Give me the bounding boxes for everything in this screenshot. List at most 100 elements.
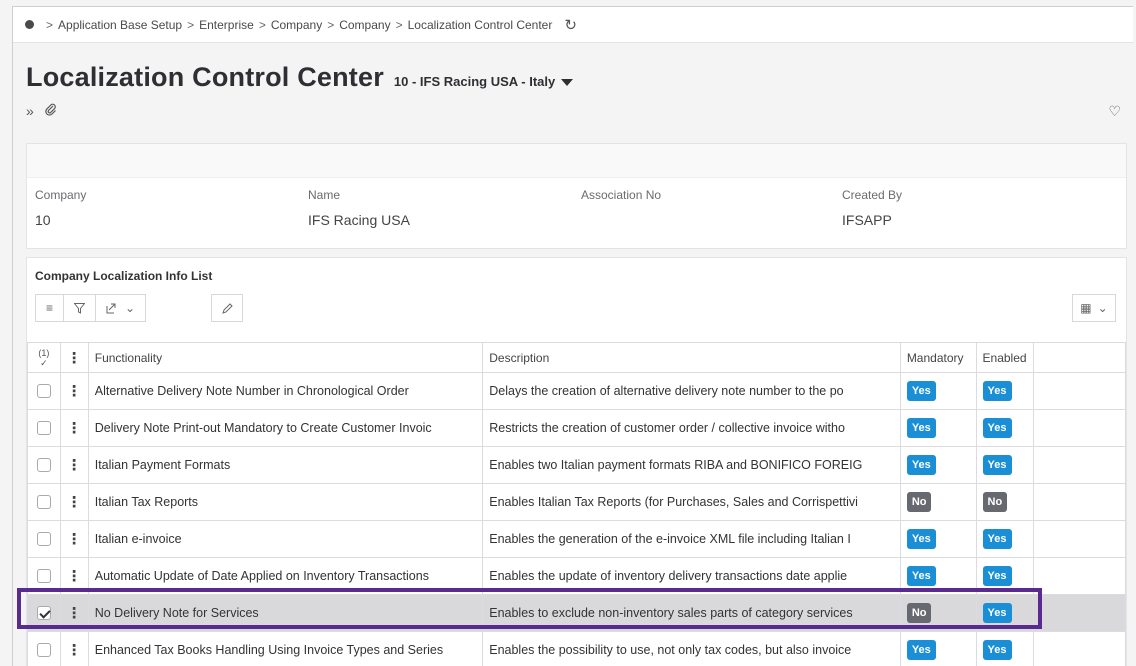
- filter-icon[interactable]: [64, 295, 97, 321]
- table-header-row: (1) ✓ ⋮ Functionality Description Mandato…: [27, 342, 1126, 373]
- table-row[interactable]: ⋮ Alternative Delivery Note Number in Chr…: [27, 372, 1126, 410]
- cell-spacer: [1033, 483, 1126, 521]
- table-row[interactable]: ⋮ Automatic Update of Date Applied on Inv…: [27, 557, 1126, 595]
- table-row[interactable]: ⋮ Italian Tax Reports Enables Italian Tax …: [27, 483, 1126, 521]
- edit-button[interactable]: [211, 294, 243, 322]
- chevron-right-icon: >: [46, 17, 54, 32]
- mandatory-badge: No: [906, 603, 932, 623]
- row-checkbox[interactable]: [36, 643, 51, 658]
- cell-functionality: Delivery Note Print-out Mandatory to Cre…: [87, 409, 484, 447]
- select-all-header[interactable]: (1) ✓: [27, 342, 61, 373]
- row-checkbox[interactable]: [36, 421, 51, 436]
- table-row[interactable]: ⋮ No Delivery Note for Services Enables to…: [27, 594, 1126, 632]
- row-checkbox[interactable]: [36, 495, 51, 510]
- breadcrumb-item-1[interactable]: Application Base Setup: [58, 18, 182, 32]
- cell-enabled: Yes: [975, 557, 1035, 595]
- enabled-badge: Yes: [982, 418, 1012, 438]
- row-select-cell: [27, 520, 61, 558]
- field-created-by: Created By IFSAPP: [842, 188, 902, 228]
- field-value: IFS Racing USA: [308, 212, 410, 228]
- row-menu-icon[interactable]: ⋮: [59, 409, 89, 447]
- table-view-dropdown[interactable]: ▦ ⌄: [1072, 294, 1116, 322]
- expand-icon[interactable]: »: [26, 103, 34, 119]
- cell-description: Restricts the creation of customer order…: [482, 409, 901, 447]
- field-label: Association No: [581, 188, 662, 202]
- column-header-functionality[interactable]: Functionality: [87, 342, 484, 373]
- cell-spacer: [1033, 372, 1126, 410]
- cell-mandatory: Yes: [899, 372, 977, 410]
- breadcrumb: > Application Base Setup > Enterprise > …: [13, 7, 1133, 43]
- field-value: 10: [35, 212, 51, 228]
- pencil-icon: [221, 302, 233, 314]
- field-company: Company 10: [35, 188, 86, 228]
- field-association-no: Association No: [581, 188, 661, 212]
- enabled-badge: Yes: [982, 603, 1012, 623]
- context-selector[interactable]: 10 - IFS Racing USA - Italy: [394, 74, 574, 89]
- cell-functionality: Italian e-invoice: [87, 520, 484, 558]
- cell-enabled: Yes: [975, 631, 1035, 666]
- field-label: Name: [308, 188, 341, 202]
- row-select-cell: [27, 409, 61, 447]
- export-icon: [106, 303, 116, 313]
- cell-functionality: Italian Tax Reports: [87, 483, 484, 521]
- row-menu-icon[interactable]: ⋮: [59, 594, 89, 632]
- table-row[interactable]: ⋮ Enhanced Tax Books Handling Using Invoi…: [27, 631, 1126, 666]
- enabled-badge: Yes: [982, 455, 1012, 475]
- company-header-card: Company 10 Name IFS Racing USA Associati…: [26, 143, 1127, 249]
- cell-mandatory: Yes: [899, 631, 977, 666]
- row-checkbox[interactable]: [36, 606, 51, 621]
- list-toolbar: ≡ ⌄ ▦ ⌄: [27, 290, 1126, 330]
- row-checkbox[interactable]: [36, 384, 51, 399]
- cell-description: Enables to exclude non-inventory sales p…: [482, 594, 901, 632]
- page-toolbar: » ♡: [13, 93, 1133, 129]
- cell-mandatory: Yes: [899, 520, 977, 558]
- mandatory-badge: Yes: [906, 455, 936, 475]
- cell-description: Enables the update of inventory delivery…: [482, 557, 901, 595]
- refresh-icon[interactable]: ↻: [564, 16, 577, 34]
- breadcrumb-item-4[interactable]: Company: [339, 18, 390, 32]
- list-button-group: ≡ ⌄: [35, 294, 147, 322]
- table-row[interactable]: ⋮ Italian e-invoice Enables the generation…: [27, 520, 1126, 558]
- attachment-icon[interactable]: [44, 103, 58, 120]
- row-menu-icon[interactable]: ⋮: [59, 631, 89, 666]
- field-label: Created By: [842, 188, 903, 202]
- field-label: Company: [35, 188, 87, 202]
- home-icon[interactable]: [25, 20, 34, 29]
- selection-count: (1): [38, 347, 50, 358]
- table-row[interactable]: ⋮ Italian Payment Formats Enables two Ital…: [27, 446, 1126, 484]
- list-options-icon[interactable]: ≡: [36, 295, 65, 321]
- row-menu-icon[interactable]: ⋮: [59, 520, 89, 558]
- chevron-right-icon: >: [327, 17, 335, 32]
- cell-functionality: Automatic Update of Date Applied on Inve…: [87, 557, 484, 595]
- row-menu-icon[interactable]: ⋮: [59, 446, 89, 484]
- breadcrumb-item-3[interactable]: Company: [271, 18, 322, 32]
- mandatory-badge: Yes: [906, 381, 936, 401]
- cell-mandatory: Yes: [899, 446, 977, 484]
- enabled-badge: Yes: [982, 640, 1012, 660]
- cell-functionality: No Delivery Note for Services: [87, 594, 484, 632]
- row-menu-icon[interactable]: ⋮: [59, 483, 89, 521]
- column-header-enabled[interactable]: Enabled: [975, 342, 1035, 373]
- export-dropdown[interactable]: ⌄: [96, 295, 145, 321]
- favorite-icon[interactable]: ♡: [1108, 103, 1121, 120]
- row-checkbox[interactable]: [36, 458, 51, 473]
- cell-spacer: [1033, 446, 1126, 484]
- localization-info-list: Company Localization Info List ≡ ⌄ ▦ ⌄ (…: [26, 257, 1127, 666]
- cell-enabled: Yes: [975, 409, 1035, 447]
- column-header-description[interactable]: Description: [482, 342, 901, 373]
- cell-mandatory: Yes: [899, 557, 977, 595]
- row-select-cell: [27, 631, 61, 666]
- row-menu-icon[interactable]: ⋮: [59, 557, 89, 595]
- row-checkbox[interactable]: [36, 569, 51, 584]
- row-checkbox[interactable]: [36, 532, 51, 547]
- cell-enabled: Yes: [975, 594, 1035, 632]
- column-header-mandatory[interactable]: Mandatory: [899, 342, 977, 373]
- table-row[interactable]: ⋮ Delivery Note Print-out Mandatory to Cr…: [27, 409, 1126, 447]
- field-value: IFSAPP: [842, 212, 892, 228]
- enabled-badge: No: [982, 492, 1008, 512]
- page-title: Localization Control Center: [26, 62, 384, 92]
- row-menu-icon[interactable]: ⋮: [59, 372, 89, 410]
- cell-functionality: Enhanced Tax Books Handling Using Invoic…: [87, 631, 484, 666]
- table-icon: ▦: [1080, 301, 1092, 315]
- breadcrumb-item-2[interactable]: Enterprise: [199, 18, 254, 32]
